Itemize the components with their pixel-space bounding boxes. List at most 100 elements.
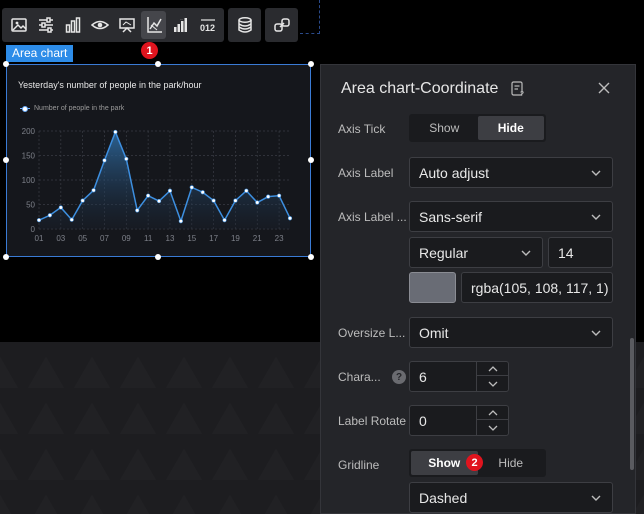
resize-handle-l[interactable] [3, 157, 9, 163]
y-tick-label: 100 [22, 176, 36, 185]
data-point [200, 190, 205, 195]
chara-value: 6 [419, 369, 427, 385]
y-tick-label: 200 [22, 127, 36, 136]
resize-handle-bl[interactable] [3, 254, 9, 260]
font-weight-select[interactable]: Regular [409, 237, 543, 268]
data-point [47, 213, 53, 218]
label-rotate-stepper[interactable]: 0 [409, 405, 509, 436]
gridline-hide-option[interactable]: Hide [478, 451, 545, 475]
data-point [80, 198, 85, 203]
axis-label-select-value: Auto adjust [419, 164, 490, 181]
area-chart-plot: 0 50 100 150 200 01 03 05 07 09 11 13 15 17 19 21 23 [22, 127, 293, 243]
chart-title: Yesterday's number of people in the park… [18, 80, 202, 90]
increment-button[interactable] [477, 362, 508, 376]
data-point [266, 194, 271, 199]
config-panel: Area chart-Coordinate ? Axis Tick Show H… [320, 64, 636, 514]
decrement-button[interactable] [477, 377, 508, 391]
font-color-value: rgba(105, 108, 117, 1) [471, 279, 609, 296]
eye-icon[interactable] [87, 11, 112, 39]
resize-handle-t[interactable] [155, 61, 161, 67]
y-tick-label: 150 [22, 152, 36, 161]
x-tick-label: 01 [35, 234, 44, 243]
axis-tick-hide-option[interactable]: Hide [477, 116, 544, 140]
font-size-input[interactable]: 14 [548, 237, 613, 268]
toolbar-group-chart: ... 012 [2, 8, 224, 42]
axis-label-select[interactable]: Auto adjust [409, 157, 613, 188]
display-icon[interactable] [114, 11, 139, 39]
font-family-select[interactable]: Sans-serif [409, 201, 613, 232]
axis-icon[interactable] [141, 11, 166, 39]
x-tick-label: 15 [187, 234, 196, 243]
x-tick-label: 07 [100, 234, 109, 243]
x-tick-label: 21 [253, 234, 262, 243]
oversize-label: Oversize L... [338, 326, 406, 340]
image-icon[interactable] [6, 11, 31, 39]
data-point [233, 198, 238, 203]
data-point [244, 188, 249, 193]
database-icon[interactable] [232, 11, 257, 39]
chevron-down-icon [521, 250, 531, 256]
axis-label-font-label: Axis Label ... [338, 210, 407, 224]
y-tick-label: 0 [31, 225, 36, 234]
area-chart-widget[interactable]: Yesterday's number of people in the park… [6, 64, 311, 257]
axis-label-label: Axis Label [338, 166, 394, 180]
axis-tick-label: Axis Tick [338, 122, 386, 136]
toolbar-group-interaction [265, 8, 298, 42]
doc-help-icon[interactable]: ? [510, 81, 526, 97]
oversize-select[interactable]: Omit [409, 317, 613, 348]
x-tick-label: 09 [122, 234, 131, 243]
chevron-up-icon [488, 365, 497, 371]
component-label[interactable]: Area chart [6, 45, 74, 62]
link-icon[interactable] [269, 11, 294, 39]
chevron-down-icon [488, 425, 497, 431]
chevron-down-icon [488, 381, 497, 387]
x-tick-label: 17 [209, 234, 218, 243]
series-area [39, 131, 290, 229]
label-rotate-stepper-buttons [476, 406, 508, 435]
gridline-label: Gridline [338, 458, 380, 472]
chevron-down-icon [591, 330, 601, 336]
info-icon[interactable]: ? [392, 370, 406, 384]
chevron-down-icon [591, 214, 601, 220]
chart-legend[interactable]: Number of people in the park [20, 105, 124, 112]
data-point [113, 129, 118, 135]
chevron-up-icon [488, 409, 497, 415]
close-icon[interactable] [597, 81, 611, 95]
number-icon[interactable]: 012 [195, 11, 220, 39]
x-tick-label: 23 [275, 234, 284, 243]
data-point [102, 158, 107, 163]
x-tick-label: 19 [231, 234, 240, 243]
data-point [124, 156, 129, 162]
step-badge-2: 2 [466, 454, 483, 471]
font-color-swatch[interactable] [409, 272, 456, 303]
chevron-down-icon [591, 170, 601, 176]
resize-handle-br[interactable] [308, 254, 314, 260]
increment-button[interactable] [477, 406, 508, 420]
data-point [146, 193, 151, 198]
font-color-input[interactable]: rgba(105, 108, 117, 1) [461, 272, 613, 303]
x-tick-label: 13 [166, 234, 175, 243]
data-point [222, 218, 227, 223]
resize-handle-b[interactable] [155, 254, 161, 260]
oversize-value: Omit [419, 324, 449, 341]
gridline-style-select[interactable]: Dashed [409, 482, 613, 513]
chara-stepper[interactable]: 6 [409, 361, 509, 392]
legend-label: Number of people in the park [34, 105, 125, 112]
font-weight-value: Regular [419, 244, 469, 261]
data-bars-icon[interactable]: ... [168, 11, 193, 39]
resize-handle-r[interactable] [308, 157, 314, 163]
axis-tick-show-option[interactable]: Show [411, 116, 478, 140]
resize-handle-tl[interactable] [3, 61, 9, 67]
panel-scrollbar[interactable] [630, 338, 634, 470]
data-point [58, 205, 63, 210]
resize-handle-tr[interactable] [308, 61, 314, 67]
svg-text:012: 012 [200, 23, 215, 33]
data-point [178, 219, 183, 224]
sliders-icon[interactable] [33, 11, 58, 39]
bar-chart-icon[interactable] [60, 11, 85, 39]
data-point [211, 198, 216, 203]
chara-stepper-buttons [476, 362, 508, 391]
decrement-button[interactable] [477, 421, 508, 435]
font-size-value: 14 [558, 244, 574, 261]
label-rotate-value: 0 [419, 413, 427, 429]
